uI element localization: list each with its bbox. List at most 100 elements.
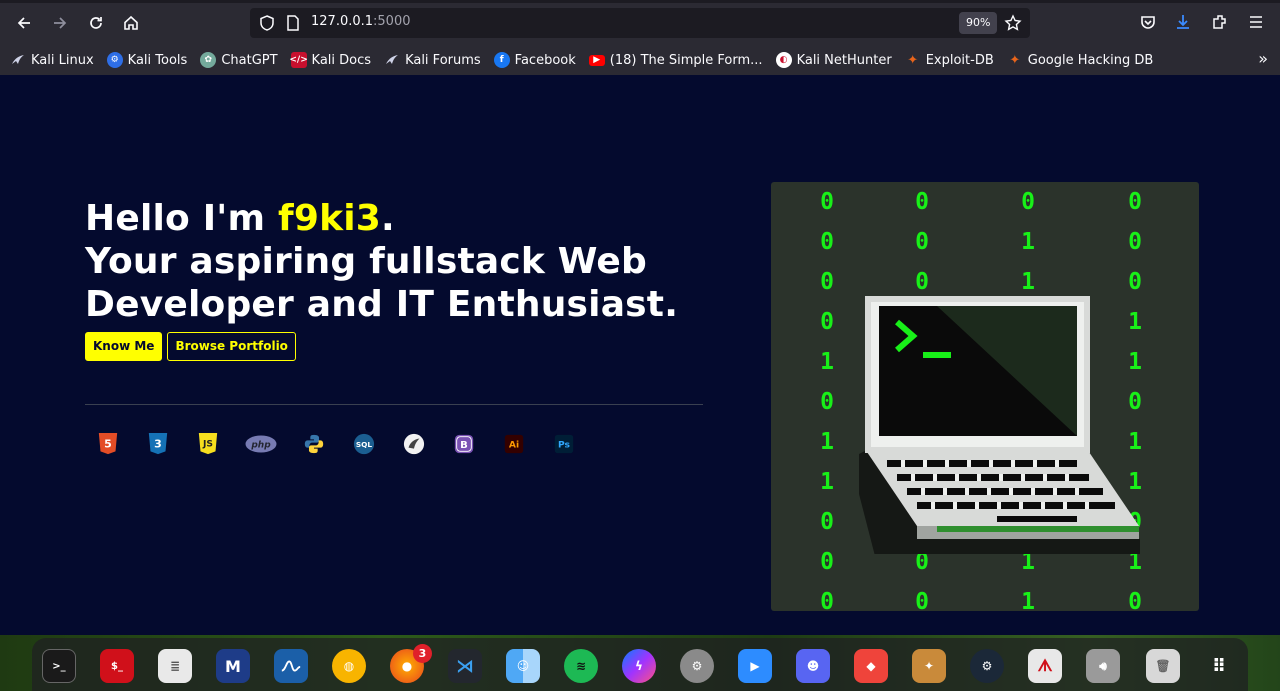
bookmark-label: Kali NetHunter: [796, 52, 892, 68]
stardew-icon[interactable]: ✦: [912, 649, 946, 683]
bookmark-google-hacking-db[interactable]: ✦ Google Hacking DB: [1007, 49, 1154, 71]
binary-digit: 0: [820, 229, 834, 255]
text-editor-icon[interactable]: ≣: [158, 649, 192, 683]
anydesk-icon[interactable]: ◆: [854, 649, 888, 683]
bookmark-kali-forums[interactable]: Kali Forums: [384, 49, 481, 71]
discord-icon[interactable]: ☻: [796, 649, 830, 683]
facebook-icon: f: [493, 52, 510, 68]
binary-digit: 1: [1021, 229, 1035, 255]
spotify-icon[interactable]: ≋: [564, 649, 598, 683]
bookmark-label: Google Hacking DB: [1027, 52, 1154, 68]
bookmark-label: Kali Tools: [127, 52, 188, 68]
app-grid-icon[interactable]: ⠿: [1202, 649, 1236, 683]
bookmark-kali-tools[interactable]: ⚙ Kali Tools: [106, 49, 188, 71]
bookmark-youtube[interactable]: ▶ (18) The Simple Form...: [588, 49, 763, 71]
nethunter-icon: ◐: [775, 52, 792, 68]
binary-digit: 1: [820, 469, 834, 495]
illustrator-label: Ai: [509, 440, 519, 451]
steam-icon[interactable]: ⚙: [970, 649, 1004, 683]
browser-toolbar: 127.0.0.1:5000 90% Kali Linux ⚙ Kali Too…: [0, 0, 1280, 75]
laptop-icon: [859, 296, 1140, 554]
binary-digit: 0: [820, 189, 834, 215]
illustrator-icon: Ai: [501, 431, 527, 457]
binary-digit: 0: [820, 309, 834, 335]
arrow-left-icon: [17, 17, 30, 29]
bookmark-facebook[interactable]: f Facebook: [493, 49, 576, 71]
zoom-level-badge[interactable]: 90%: [959, 12, 998, 34]
zoom-icon[interactable]: ▶: [738, 649, 772, 683]
home-button[interactable]: [117, 9, 145, 37]
javascript-icon: JS: [195, 431, 221, 457]
hero-line-2: Your aspiring fullstack Web: [85, 241, 647, 282]
bookmark-kali-docs[interactable]: </> Kali Docs: [289, 49, 372, 71]
css3-label: 3: [154, 438, 162, 451]
sql-icon: SQL: [351, 431, 377, 457]
exploitdb-icon: ✦: [1009, 52, 1021, 68]
php-icon: php: [245, 431, 277, 457]
terminal-icon[interactable]: >_: [42, 649, 76, 683]
url-port: :5000: [373, 14, 411, 29]
css3-icon: 3: [145, 431, 171, 457]
reload-button[interactable]: [82, 9, 110, 37]
bookmark-exploit-db[interactable]: ✦ Exploit-DB: [905, 49, 994, 71]
html5-label: 5: [104, 438, 112, 451]
vscode-icon[interactable]: ⋊: [448, 649, 482, 683]
bookmark-label: Kali Docs: [311, 52, 372, 68]
bookmarks-overflow-chevron-icon[interactable]: »: [1258, 49, 1268, 68]
hero-actions: Know Me Browse Portfolio: [85, 332, 296, 361]
metasploit-icon[interactable]: M: [216, 649, 250, 683]
know-me-button[interactable]: Know Me: [85, 332, 163, 361]
bookmark-star-icon[interactable]: [1004, 14, 1022, 32]
wireshark-icon[interactable]: [274, 649, 308, 683]
python-icon: [301, 431, 327, 457]
forward-button[interactable]: [46, 9, 74, 37]
orange-icon[interactable]: ◍: [332, 649, 366, 683]
browse-portfolio-button[interactable]: Browse Portfolio: [167, 332, 296, 361]
hero-period: .: [381, 198, 395, 239]
bookmark-chatgpt[interactable]: ✿ ChatGPT: [200, 49, 278, 71]
binary-column-1: 0 0 0 0 1 0 1 1 0 0 0: [815, 182, 839, 611]
pocket-icon[interactable]: [1138, 12, 1158, 32]
bookmark-kali-nethunter[interactable]: ◐ Kali NetHunter: [775, 49, 892, 71]
firefox-notification-badge: 3: [413, 644, 432, 663]
volume-icon[interactable]: 🔊︎: [1086, 649, 1120, 683]
back-button[interactable]: [10, 9, 38, 37]
messenger-icon[interactable]: ϟ: [622, 649, 656, 683]
bootstrap-icon: B: [451, 431, 477, 457]
root-terminal-icon[interactable]: $_: [100, 649, 134, 683]
binary-digit: 0: [915, 589, 929, 611]
finder-icon[interactable]: ☺: [506, 649, 540, 683]
hero-line-3: Developer and IT Enthusiast.: [85, 284, 679, 325]
php-label: php: [250, 441, 271, 451]
trash-icon[interactable]: 🗑︎: [1146, 649, 1180, 683]
hero-name: f9ki3: [277, 198, 381, 239]
binary-digit: 1: [820, 429, 834, 455]
binary-digit: 0: [1128, 589, 1142, 611]
shield-icon[interactable]: [258, 14, 276, 32]
bookmarks-toolbar: Kali Linux ⚙ Kali Tools ✿ ChatGPT </> Ka…: [0, 46, 1280, 74]
url-bar[interactable]: 127.0.0.1:5000 90%: [250, 8, 1030, 38]
settings-icon[interactable]: ⚙: [680, 649, 714, 683]
kali-dragon-icon: [384, 52, 400, 68]
page-info-icon[interactable]: [284, 14, 302, 32]
binary-digit: 1: [820, 349, 834, 375]
binary-digit: 0: [820, 549, 834, 575]
binary-digit: 0: [1128, 229, 1142, 255]
sql-label: SQL: [356, 440, 373, 449]
bookmark-label: Exploit-DB: [925, 52, 994, 68]
hero-heading: Hello I'm f9ki3. Your aspiring fullstack…: [85, 197, 725, 326]
javascript-label: JS: [202, 439, 213, 450]
url-text[interactable]: 127.0.0.1:5000: [311, 14, 411, 29]
bookmark-label: Kali Forums: [405, 52, 481, 68]
downloads-icon[interactable]: [1173, 12, 1193, 32]
menu-icon[interactable]: [1246, 12, 1266, 32]
acrobat-icon[interactable]: ᗑ: [1028, 649, 1062, 683]
bookmark-label: ChatGPT: [221, 52, 278, 68]
skills-icon-row: 5 3 JS php SQL B Ai Ps: [95, 431, 601, 457]
bookmark-label: (18) The Simple Form...: [609, 52, 763, 68]
bookmark-kali-linux[interactable]: Kali Linux: [10, 49, 94, 71]
extensions-icon[interactable]: [1210, 12, 1230, 32]
section-divider: [85, 404, 703, 405]
chatgpt-icon: ✿: [200, 52, 217, 68]
binary-digit: 0: [1128, 189, 1142, 215]
